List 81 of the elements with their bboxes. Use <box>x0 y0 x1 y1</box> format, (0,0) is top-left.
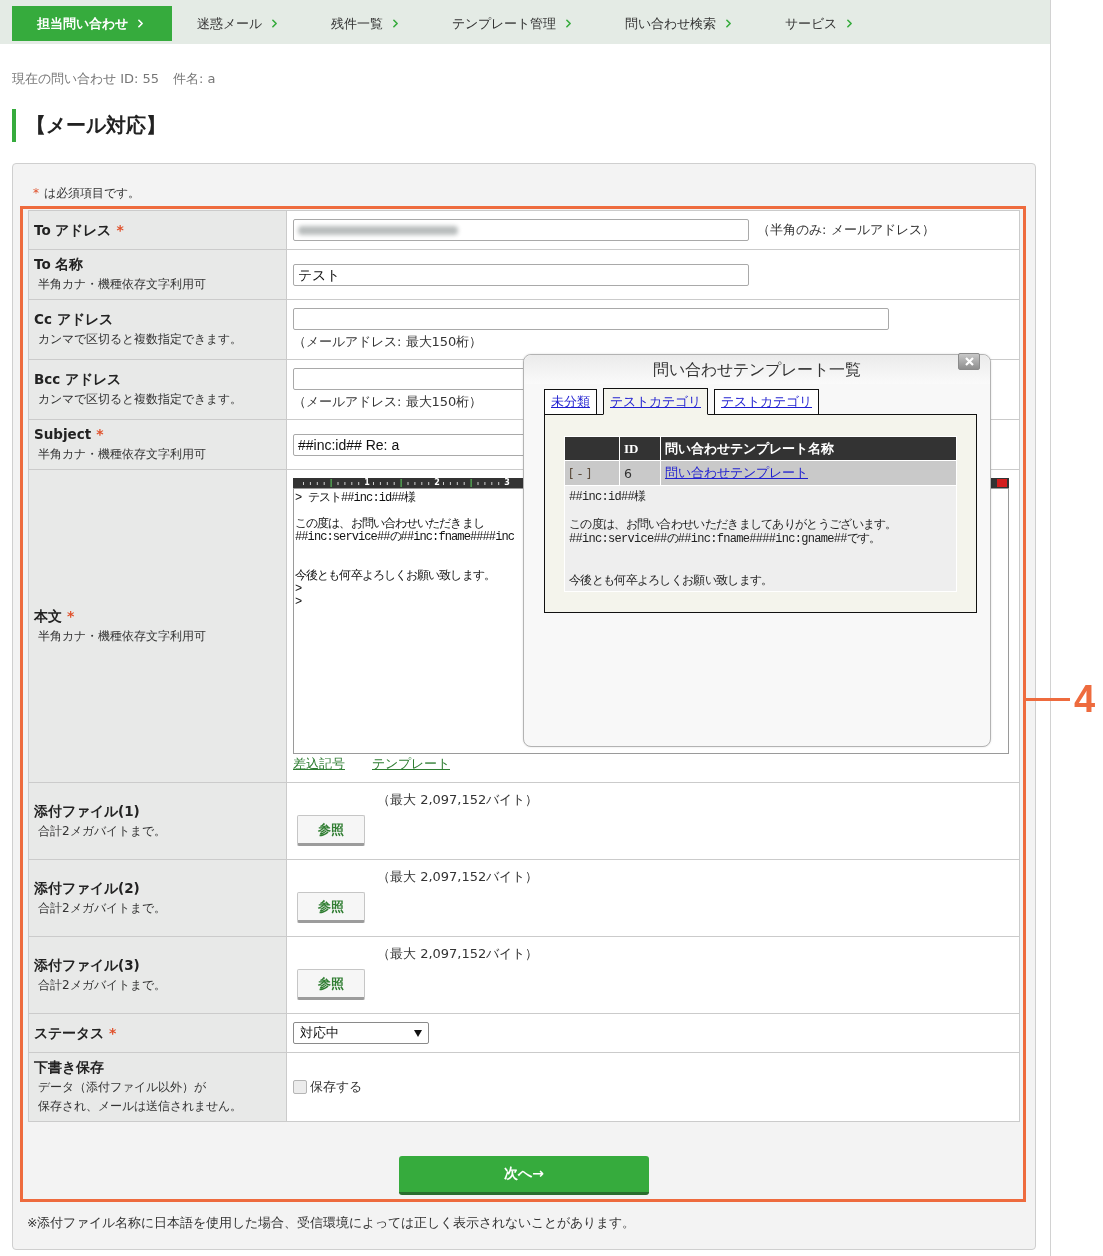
insert-link[interactable]: テンプレート <box>372 755 450 773</box>
nav-tab[interactable]: 残件一覧 <box>306 6 427 41</box>
preview-line: ##inc:service##の##inc:fname####inc:gname##です。 <box>569 532 881 546</box>
field-note: 合計2メガバイトまで。 <box>38 899 166 917</box>
status-select[interactable]: 対応中 <box>293 1022 429 1044</box>
browse-button[interactable]: 参照 <box>297 815 365 846</box>
body-text-line: この度は、お問い合わせいただきまし <box>295 518 484 531</box>
ruler-end-marker-icon <box>997 479 1007 487</box>
body-text-line: 今後とも何卒よろしくお願い致します。 <box>295 570 495 583</box>
preview-line: この度は、お問い合わせいただきましてありがとうございます。 <box>569 518 897 532</box>
field-label: ステータス <box>34 1024 104 1042</box>
field-note: 保存され、メールは送信されません。 <box>38 1098 242 1115</box>
insert-link[interactable]: 差込記号 <box>293 755 345 773</box>
ruler-number: 1 <box>363 478 371 488</box>
field-label: 添付ファイル(1) <box>34 801 140 820</box>
inquiry-subject: 件名: a <box>173 70 216 88</box>
text-input[interactable]: テスト <box>293 263 749 286</box>
required-mark: * <box>67 606 75 625</box>
inquiry-id: 現在の問い合わせ ID: 55 <box>12 70 160 88</box>
required-mark: * <box>109 1024 117 1042</box>
close-icon <box>964 357 974 366</box>
field-note: 半角カナ・機種依存文字利用可 <box>38 627 206 645</box>
field-note: 半角カナ・機種依存文字利用可 <box>38 446 206 463</box>
field-label: To アドレス <box>34 221 112 239</box>
file-size-limit: （最大 2,097,152バイト） <box>377 868 539 886</box>
field-label: Cc アドレス <box>34 310 113 328</box>
nav-tab[interactable]: テンプレート管理 <box>427 6 600 41</box>
category-tab[interactable]: 未分類 <box>544 389 597 414</box>
nav-tab[interactable]: サービス <box>760 6 881 41</box>
footnote: ※添付ファイル名称に日本語を使用した場合、受信環境によっては正しく表示されないことがあります。 <box>27 1214 636 1232</box>
field-note: カンマで区切ると複数指定できます。 <box>38 331 242 348</box>
file-size-limit: （最大 2,097,152バイト） <box>377 945 539 963</box>
browse-button[interactable]: 参照 <box>297 969 365 1000</box>
field-hint: （メールアドレス: 最大150桁） <box>293 333 483 351</box>
page-heading: 【メール対応】 <box>12 109 1050 142</box>
required-note: * は必須項目です。 <box>33 185 140 202</box>
body-text-line: > <box>295 596 302 609</box>
body-text-line: ##inc:service##の##inc:fname####inc <box>295 531 515 544</box>
ruler-number: 3 <box>503 478 511 488</box>
field-label: 添付ファイル(2) <box>34 878 140 897</box>
category-tab[interactable]: テストカテゴリ <box>603 388 708 415</box>
preview-line: ##inc:id##様 <box>569 490 646 504</box>
popup-title: 問い合わせテンプレート一覧 <box>653 358 861 381</box>
input-value: ##inc:id## Re: a <box>298 435 400 454</box>
nav-tab[interactable]: 問い合わせ検索 <box>600 6 760 41</box>
field-hint: （半角のみ: メールアドレス） <box>757 221 935 239</box>
field-note: データ（添付ファイル以外）が <box>38 1079 206 1096</box>
ruler-number: 2 <box>433 478 441 488</box>
required-mark: * <box>96 425 104 443</box>
required-mark: * <box>116 221 124 239</box>
column-header: 問い合わせテンプレート名称 <box>660 436 957 461</box>
text-input[interactable] <box>293 308 889 330</box>
field-hint: （メールアドレス: 最大150桁） <box>293 393 483 411</box>
checkbox[interactable] <box>293 1080 307 1094</box>
file-size-limit: （最大 2,097,152バイト） <box>377 791 539 809</box>
field-label: 本文 <box>34 606 62 625</box>
input-value: テスト <box>298 265 340 284</box>
column-header: ID <box>619 436 661 461</box>
nav-tab[interactable]: 迷惑メール <box>172 6 306 41</box>
close-button[interactable] <box>958 353 980 370</box>
text-input[interactable] <box>293 219 749 241</box>
category-tab[interactable]: テストカテゴリ <box>714 389 819 414</box>
caret-down-icon <box>414 1029 422 1037</box>
field-note: 半角カナ・機種依存文字利用可 <box>38 276 206 293</box>
template-link[interactable]: 問い合わせテンプレート <box>665 465 808 480</box>
field-label: 添付ファイル(3) <box>34 955 140 974</box>
field-label: Subject <box>34 425 92 443</box>
template-id: 6 <box>624 465 632 481</box>
field-label: To 名称 <box>34 255 84 273</box>
field-note: 合計2メガバイトまで。 <box>38 822 166 840</box>
field-note: 合計2メガバイトまで。 <box>38 976 166 994</box>
checkbox-label: 保存する <box>310 1078 362 1096</box>
preview-line: 今後とも何卒よろしくお願い致します。 <box>569 574 773 588</box>
callout-number: 4 <box>1074 679 1096 719</box>
collapse-toggle[interactable]: [ - ] <box>569 465 592 481</box>
field-label: 下書き保存 <box>34 1058 104 1076</box>
field-label: Bcc アドレス <box>34 370 121 388</box>
body-text-line: > <box>295 583 302 596</box>
browse-button[interactable]: 参照 <box>297 892 365 923</box>
body-text-line: > テスト##inc:id##様 <box>295 492 415 505</box>
field-note: カンマで区切ると複数指定できます。 <box>38 391 242 408</box>
